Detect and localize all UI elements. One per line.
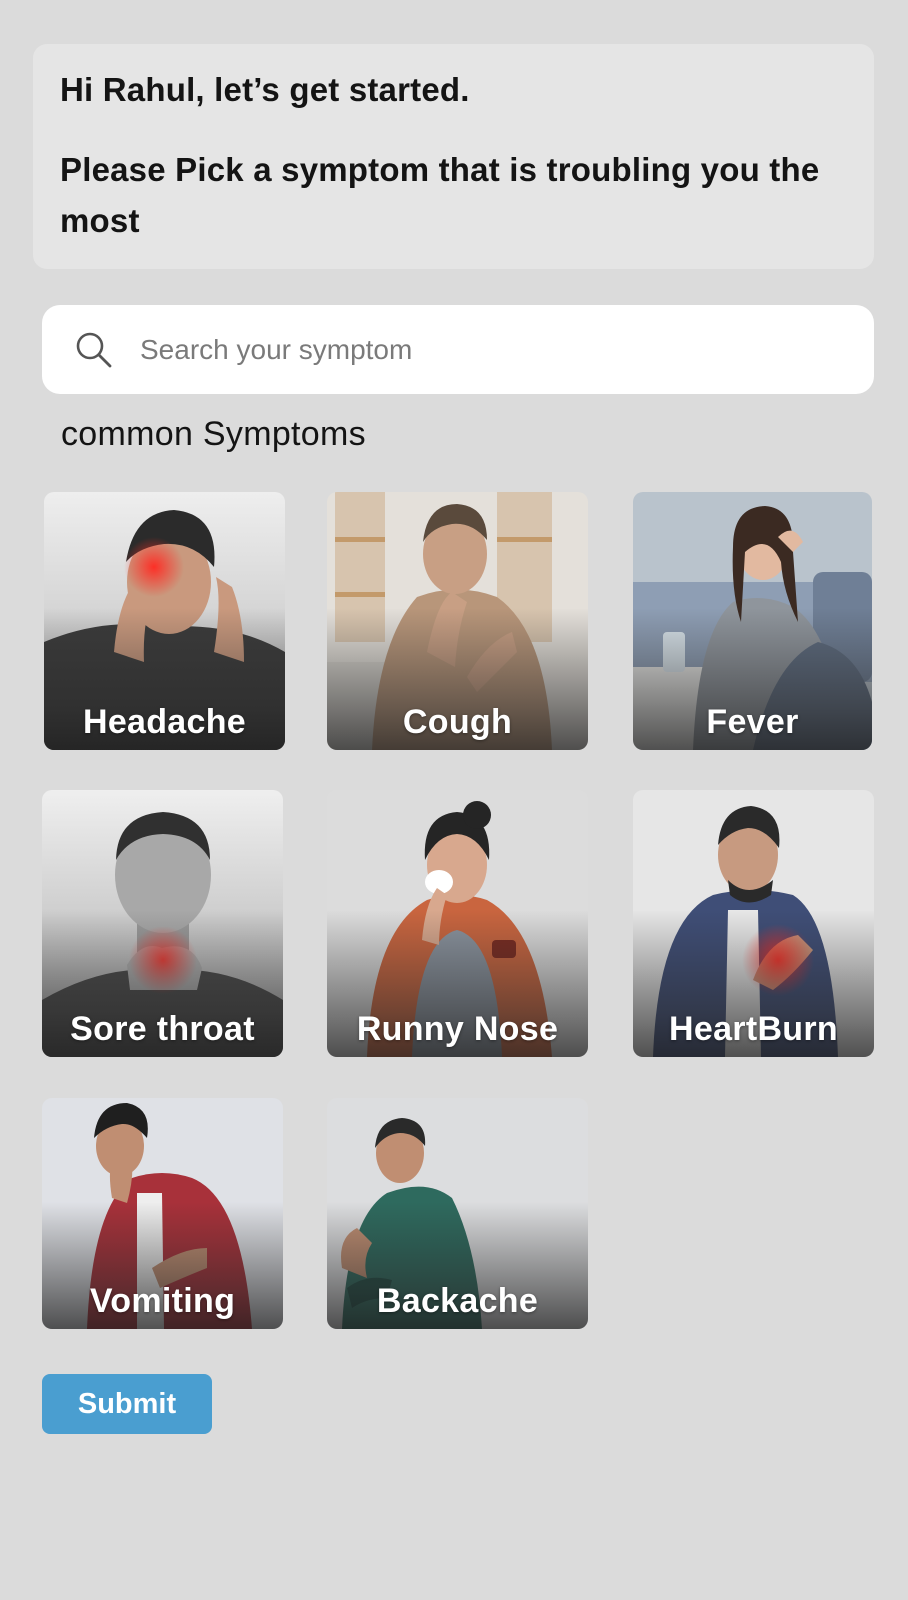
- symptom-label: Vomiting: [89, 1282, 236, 1320]
- symptom-tile-fever[interactable]: Fever: [633, 492, 872, 750]
- symptom-label: Headache: [82, 703, 247, 741]
- symptom-tile-runny-nose[interactable]: Runny Nose: [327, 790, 588, 1057]
- symptom-label: Cough: [402, 703, 513, 741]
- symptom-label: Runny Nose: [356, 1010, 559, 1048]
- symptom-tile-heartburn[interactable]: HeartBurn: [633, 790, 874, 1057]
- search-input[interactable]: [140, 333, 820, 366]
- symptom-label: Sore throat: [70, 1010, 255, 1048]
- search-bar[interactable]: [42, 305, 874, 394]
- symptom-tile-backache[interactable]: Backache: [327, 1098, 588, 1329]
- greeting-text: Hi Rahul, let’s get started.: [60, 71, 470, 108]
- symptom-tile-sore-throat[interactable]: Sore throat: [42, 790, 283, 1057]
- symptom-label: HeartBurn: [669, 1010, 838, 1048]
- symptom-label: Backache: [376, 1282, 539, 1320]
- symptom-tile-vomiting[interactable]: Vomiting: [42, 1098, 283, 1329]
- symptom-picker-screen: Hi Rahul, let’s get started. Please Pick…: [0, 0, 908, 1600]
- section-title: common Symptoms: [61, 415, 366, 453]
- prompt-text: Please Pick a symptom that is troubling …: [60, 151, 820, 239]
- submit-button[interactable]: Submit: [42, 1374, 212, 1434]
- search-icon[interactable]: [74, 330, 114, 370]
- symptom-label: Fever: [706, 703, 799, 741]
- symptom-tile-headache[interactable]: Headache: [44, 492, 285, 750]
- greeting-card: Hi Rahul, let’s get started. Please Pick…: [33, 44, 874, 269]
- symptom-tile-cough[interactable]: Cough: [327, 492, 588, 750]
